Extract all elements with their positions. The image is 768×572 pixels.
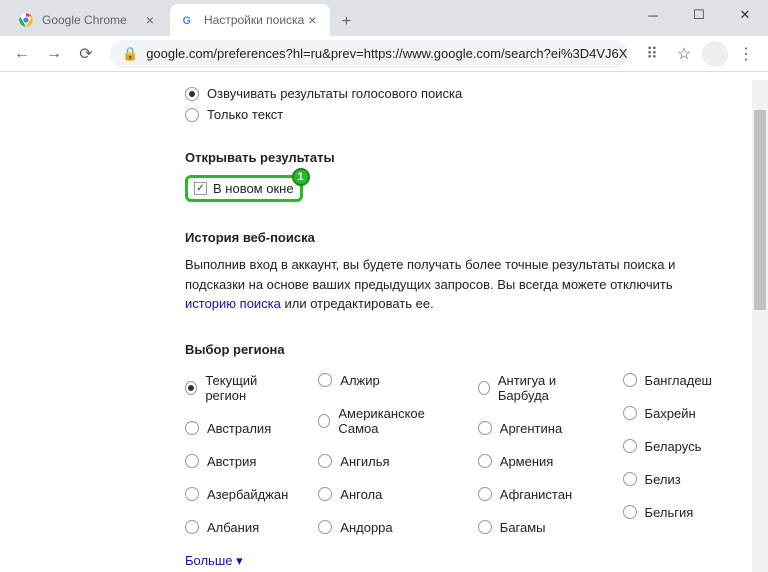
radio-icon [478,454,492,468]
region-option[interactable]: Аргентина [478,421,593,436]
radio-label: Только текст [207,107,283,122]
radio-icon [478,421,492,435]
region-option[interactable]: Андорра [318,520,448,535]
region-option[interactable]: Албания [185,520,288,535]
radio-icon [185,108,199,122]
close-tab-icon[interactable]: × [142,12,158,28]
checkbox-icon: ✓ [194,182,207,195]
radio-icon [623,373,637,387]
radio-icon [185,487,199,501]
address-bar[interactable]: 🔒 google.com/preferences?hl=ru&prev=http… [110,40,628,68]
region-option[interactable]: Антигуа и Барбуда [478,373,593,403]
highlight-checkbox: ✓ В новом окне 1 [185,175,303,202]
google-favicon-icon: G [180,12,196,28]
section-region: Выбор региона [185,342,712,357]
radio-icon [318,454,332,468]
back-button[interactable]: ← [8,40,36,68]
radio-icon [623,472,637,486]
minimize-button[interactable]: ─ [630,0,676,30]
radio-icon [185,87,199,101]
annotation-badge-1: 1 [292,168,310,186]
window-controls: ─ ☐ ✕ [630,0,768,36]
chrome-window: Google Chrome × G Настройки поиска × + ─… [0,0,768,572]
voice-option-text[interactable]: Только текст [185,107,712,122]
new-tab-button[interactable]: + [332,8,360,36]
tab-label: Google Chrome [42,13,127,27]
tab-label: Настройки поиска [204,13,304,27]
region-option[interactable]: Ангилья [318,454,448,469]
radio-icon [185,454,199,468]
scroll-thumb[interactable] [754,110,766,310]
history-link[interactable]: историю поиска [185,296,281,311]
radio-icon [185,520,199,534]
region-option[interactable]: Алжир [318,373,448,388]
region-option[interactable]: Австрия [185,454,288,469]
radio-icon [318,487,332,501]
radio-label: Озвучивать результаты голосового поиска [207,86,462,101]
new-window-checkbox[interactable]: ✓ В новом окне [194,181,294,196]
radio-icon [478,520,492,534]
region-option[interactable]: Багамы [478,520,593,535]
tab-google-chrome[interactable]: Google Chrome × [8,4,168,36]
radio-icon [478,487,492,501]
tabs-bar: Google Chrome × G Настройки поиска × + ─… [0,0,768,36]
region-option[interactable]: Ангола [318,487,448,502]
bookmark-icon[interactable]: ☆ [670,40,698,68]
svg-text:G: G [183,15,191,27]
region-option[interactable]: Белиз [623,472,712,487]
voice-option-speak[interactable]: Озвучивать результаты голосового поиска [185,86,712,101]
close-window-button[interactable]: ✕ [722,0,768,30]
lock-icon: 🔒 [122,46,138,62]
page-content: Озвучивать результаты голосового поиска … [0,80,752,572]
profile-icon[interactable] [702,41,728,67]
radio-icon [623,439,637,453]
url-text: google.com/preferences?hl=ru&prev=https:… [146,46,628,61]
region-option[interactable]: Текущий регион [185,373,288,403]
region-option[interactable]: Бельгия [623,505,712,520]
translate-icon[interactable]: ⠿ [638,40,666,68]
region-grid: Текущий регион Австралия Австрия Азербай… [185,367,712,541]
radio-icon [185,421,199,435]
tab-search-settings[interactable]: G Настройки поиска × [170,4,330,36]
reload-button[interactable]: ⟳ [72,40,100,68]
region-option[interactable]: Армения [478,454,593,469]
history-description: Выполнив вход в аккаунт, вы будете получ… [185,255,712,314]
forward-button[interactable]: → [40,40,68,68]
section-open-results: Открывать результаты [185,150,712,165]
radio-icon [623,505,637,519]
radio-icon [623,406,637,420]
checkbox-label: В новом окне [213,181,294,196]
close-tab-icon[interactable]: × [304,12,320,28]
chevron-down-icon: ▾ [236,553,243,568]
radio-icon [318,373,332,387]
radio-icon [318,414,330,428]
region-option[interactable]: Беларусь [623,439,712,454]
section-history: История веб-поиска [185,230,712,245]
region-option[interactable]: Австралия [185,421,288,436]
menu-icon[interactable]: ⋮ [732,40,760,68]
radio-icon [478,381,490,395]
region-option[interactable]: Бахрейн [623,406,712,421]
radio-icon [318,520,332,534]
region-option[interactable]: Азербайджан [185,487,288,502]
scrollbar[interactable] [752,80,768,572]
region-option[interactable]: Бангладеш [623,373,712,388]
more-regions-link[interactable]: Больше ▾ [185,553,243,569]
radio-icon [185,381,197,395]
maximize-button[interactable]: ☐ [676,0,722,30]
region-option[interactable]: Афганистан [478,487,593,502]
toolbar: ← → ⟳ 🔒 google.com/preferences?hl=ru&pre… [0,36,768,72]
region-option[interactable]: Американское Самоа [318,406,448,436]
chrome-favicon-icon [18,12,34,28]
